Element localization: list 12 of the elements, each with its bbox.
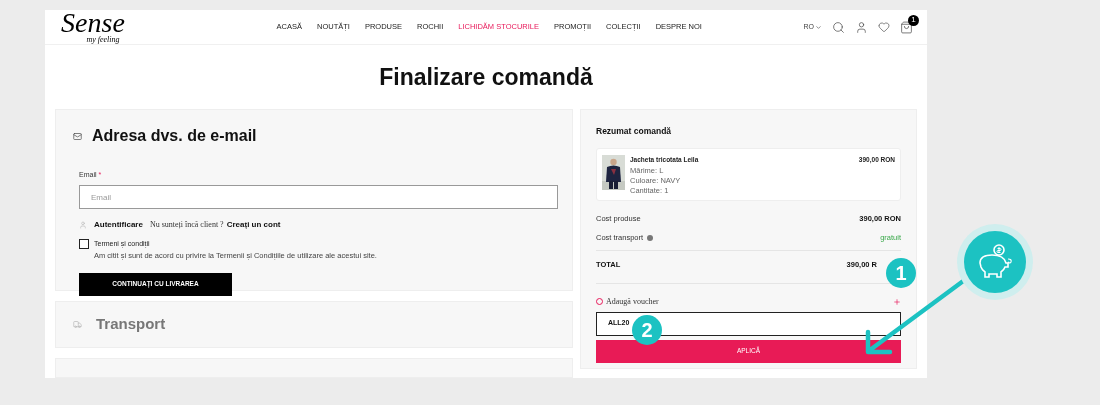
logo-tagline: my feeling [86, 36, 120, 44]
login-link[interactable]: Autentificare [94, 219, 143, 231]
section-title: Adresa dvs. de e-mail [92, 126, 257, 146]
prompt-text: Nu sunteți încă client ? [149, 219, 224, 231]
section-title: Transport [96, 314, 166, 335]
create-account-link[interactable]: Creați un cont [226, 219, 281, 231]
summary-title: Rezumat comandă [596, 125, 673, 138]
logo[interactable]: Sense [61, 10, 125, 36]
voucher-label: Adaugă voucher [606, 295, 659, 308]
email-field[interactable]: Email [79, 185, 558, 209]
cart-count: 1 [908, 14, 919, 26]
page-title: Finalizare comandă [379, 62, 593, 92]
